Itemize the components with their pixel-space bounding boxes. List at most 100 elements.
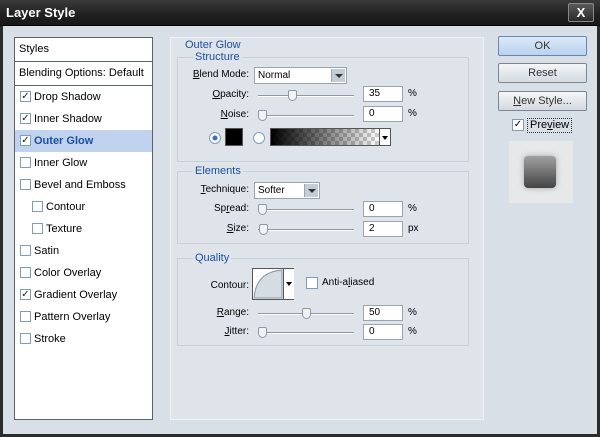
size-slider-knob[interactable] [258, 224, 268, 235]
preview-checkbox[interactable]: ✓ [512, 119, 524, 131]
opacity-unit: % [408, 88, 417, 99]
style-item-inner-shadow[interactable]: ✓ Inner Shadow [15, 108, 152, 130]
range-unit: % [408, 307, 417, 318]
chevron-down-icon [331, 69, 345, 82]
anti-aliased-label: Anti-aliased [322, 277, 375, 288]
quality-group: Quality Contour: Anti-aliased Range: 50 … [177, 252, 469, 346]
style-item-label: Color Overlay [34, 267, 102, 279]
range-input[interactable]: 50 [363, 305, 403, 321]
ok-button[interactable]: OK [498, 36, 587, 56]
style-item-checkbox[interactable]: ✓ [20, 135, 31, 146]
spread-slider[interactable] [258, 204, 354, 215]
contour-curve-icon [253, 269, 283, 299]
outer-glow-panel: Outer Glow Structure Blend Mode: Normal … [170, 37, 484, 420]
style-item-checkbox[interactable] [20, 311, 31, 322]
noise-slider-knob[interactable] [258, 110, 267, 121]
preview-label: Preview [527, 118, 573, 133]
jitter-slider[interactable] [258, 327, 354, 338]
style-item-checkbox[interactable] [32, 223, 43, 234]
style-item-label: Pattern Overlay [34, 311, 111, 323]
style-item-color-overlay[interactable]: Color Overlay [15, 262, 152, 284]
elements-group: Elements Technique: Softer Spread: 0 % S… [177, 165, 469, 244]
anti-aliased-checkbox[interactable] [306, 277, 318, 289]
noise-label: Noise: [220, 109, 249, 120]
chevron-down-icon [304, 184, 318, 197]
style-item-label: Gradient Overlay [34, 289, 118, 301]
structure-group: Structure Blend Mode: Normal Opacity: 35… [177, 51, 469, 162]
spread-input[interactable]: 0 [363, 201, 403, 217]
style-item-checkbox[interactable] [20, 245, 31, 256]
jitter-unit: % [408, 326, 417, 337]
style-item-label: Drop Shadow [34, 91, 101, 103]
technique-value: Softer [258, 185, 285, 196]
blending-options-item[interactable]: Blending Options: Default [15, 62, 152, 86]
radio-selected-icon[interactable] [208, 131, 222, 145]
window-title: Layer Style [6, 5, 76, 20]
new-style-button[interactable]: New Style... [498, 91, 587, 111]
glow-color-swatch[interactable] [225, 128, 243, 146]
spread-label: Spread: [213, 203, 249, 214]
technique-select[interactable]: Softer [254, 182, 320, 199]
style-item-checkbox[interactable]: ✓ [20, 113, 31, 124]
gradient-dropdown[interactable] [379, 128, 391, 146]
style-item-checkbox[interactable]: ✓ [20, 289, 31, 300]
blend-mode-label: Blend Mode: [192, 69, 249, 80]
style-item-satin[interactable]: Satin [15, 240, 152, 262]
opacity-slider[interactable] [258, 90, 354, 101]
size-slider[interactable] [258, 224, 354, 235]
opacity-label: Opacity: [212, 89, 249, 100]
blend-mode-select[interactable]: Normal [254, 67, 347, 84]
gradient-picker[interactable] [270, 128, 380, 146]
close-icon: X [576, 5, 586, 20]
elements-title: Elements [193, 165, 243, 177]
contour-picker[interactable] [252, 268, 294, 300]
reset-button[interactable]: Reset [498, 63, 587, 83]
style-item-contour[interactable]: Contour [15, 196, 152, 218]
jitter-label: Jitter: [224, 326, 249, 337]
chevron-down-icon [382, 136, 388, 140]
title-bar: Layer Style X [0, 0, 600, 26]
style-item-bevel-and-emboss[interactable]: Bevel and Emboss [15, 174, 152, 196]
style-item-checkbox[interactable] [20, 157, 31, 168]
style-item-pattern-overlay[interactable]: Pattern Overlay [15, 306, 152, 328]
jitter-slider-knob[interactable] [258, 327, 267, 338]
style-item-label: Inner Shadow [34, 113, 102, 125]
spread-unit: % [408, 203, 417, 214]
style-item-outer-glow[interactable]: ✓ Outer Glow [15, 130, 152, 152]
style-item-checkbox[interactable] [20, 179, 31, 190]
opacity-slider-knob[interactable] [288, 90, 298, 101]
style-item-checkbox[interactable]: ✓ [20, 91, 31, 102]
noise-input[interactable]: 0 [363, 106, 403, 122]
range-slider-knob[interactable] [301, 308, 311, 319]
spread-slider-knob[interactable] [258, 204, 267, 215]
style-item-label: Contour [46, 201, 86, 213]
range-slider[interactable] [258, 308, 354, 319]
jitter-input[interactable]: 0 [363, 324, 403, 340]
style-item-checkbox[interactable] [20, 333, 31, 344]
opacity-input[interactable]: 35 [363, 86, 403, 102]
style-preview-thumbnail [509, 141, 573, 203]
size-input[interactable]: 2 [363, 221, 403, 237]
style-item-inner-glow[interactable]: Inner Glow [15, 152, 152, 174]
preview-swatch [524, 156, 556, 188]
size-unit: px [408, 223, 419, 234]
style-item-gradient-overlay[interactable]: ✓ Gradient Overlay [15, 284, 152, 306]
style-item-stroke[interactable]: Stroke [15, 328, 152, 350]
structure-title: Structure [193, 51, 242, 63]
style-item-drop-shadow[interactable]: ✓ Drop Shadow [15, 86, 152, 108]
radio-unselected-icon[interactable] [252, 131, 266, 145]
style-item-checkbox[interactable] [32, 201, 43, 212]
close-button[interactable]: X [568, 3, 594, 22]
styles-header[interactable]: Styles [15, 38, 152, 62]
style-item-label: Bevel and Emboss [34, 179, 126, 191]
styles-list: Styles Blending Options: Default ✓ Drop S… [14, 37, 153, 420]
technique-label: Technique: [200, 184, 249, 195]
style-item-checkbox[interactable] [20, 267, 31, 278]
size-label: Size: [226, 223, 249, 234]
noise-unit: % [408, 108, 417, 119]
outer-glow-title: Outer Glow [185, 39, 241, 51]
blend-mode-value: Normal [258, 70, 291, 81]
noise-slider[interactable] [258, 110, 354, 121]
style-item-texture[interactable]: Texture [15, 218, 152, 240]
contour-dropdown[interactable] [283, 269, 294, 299]
